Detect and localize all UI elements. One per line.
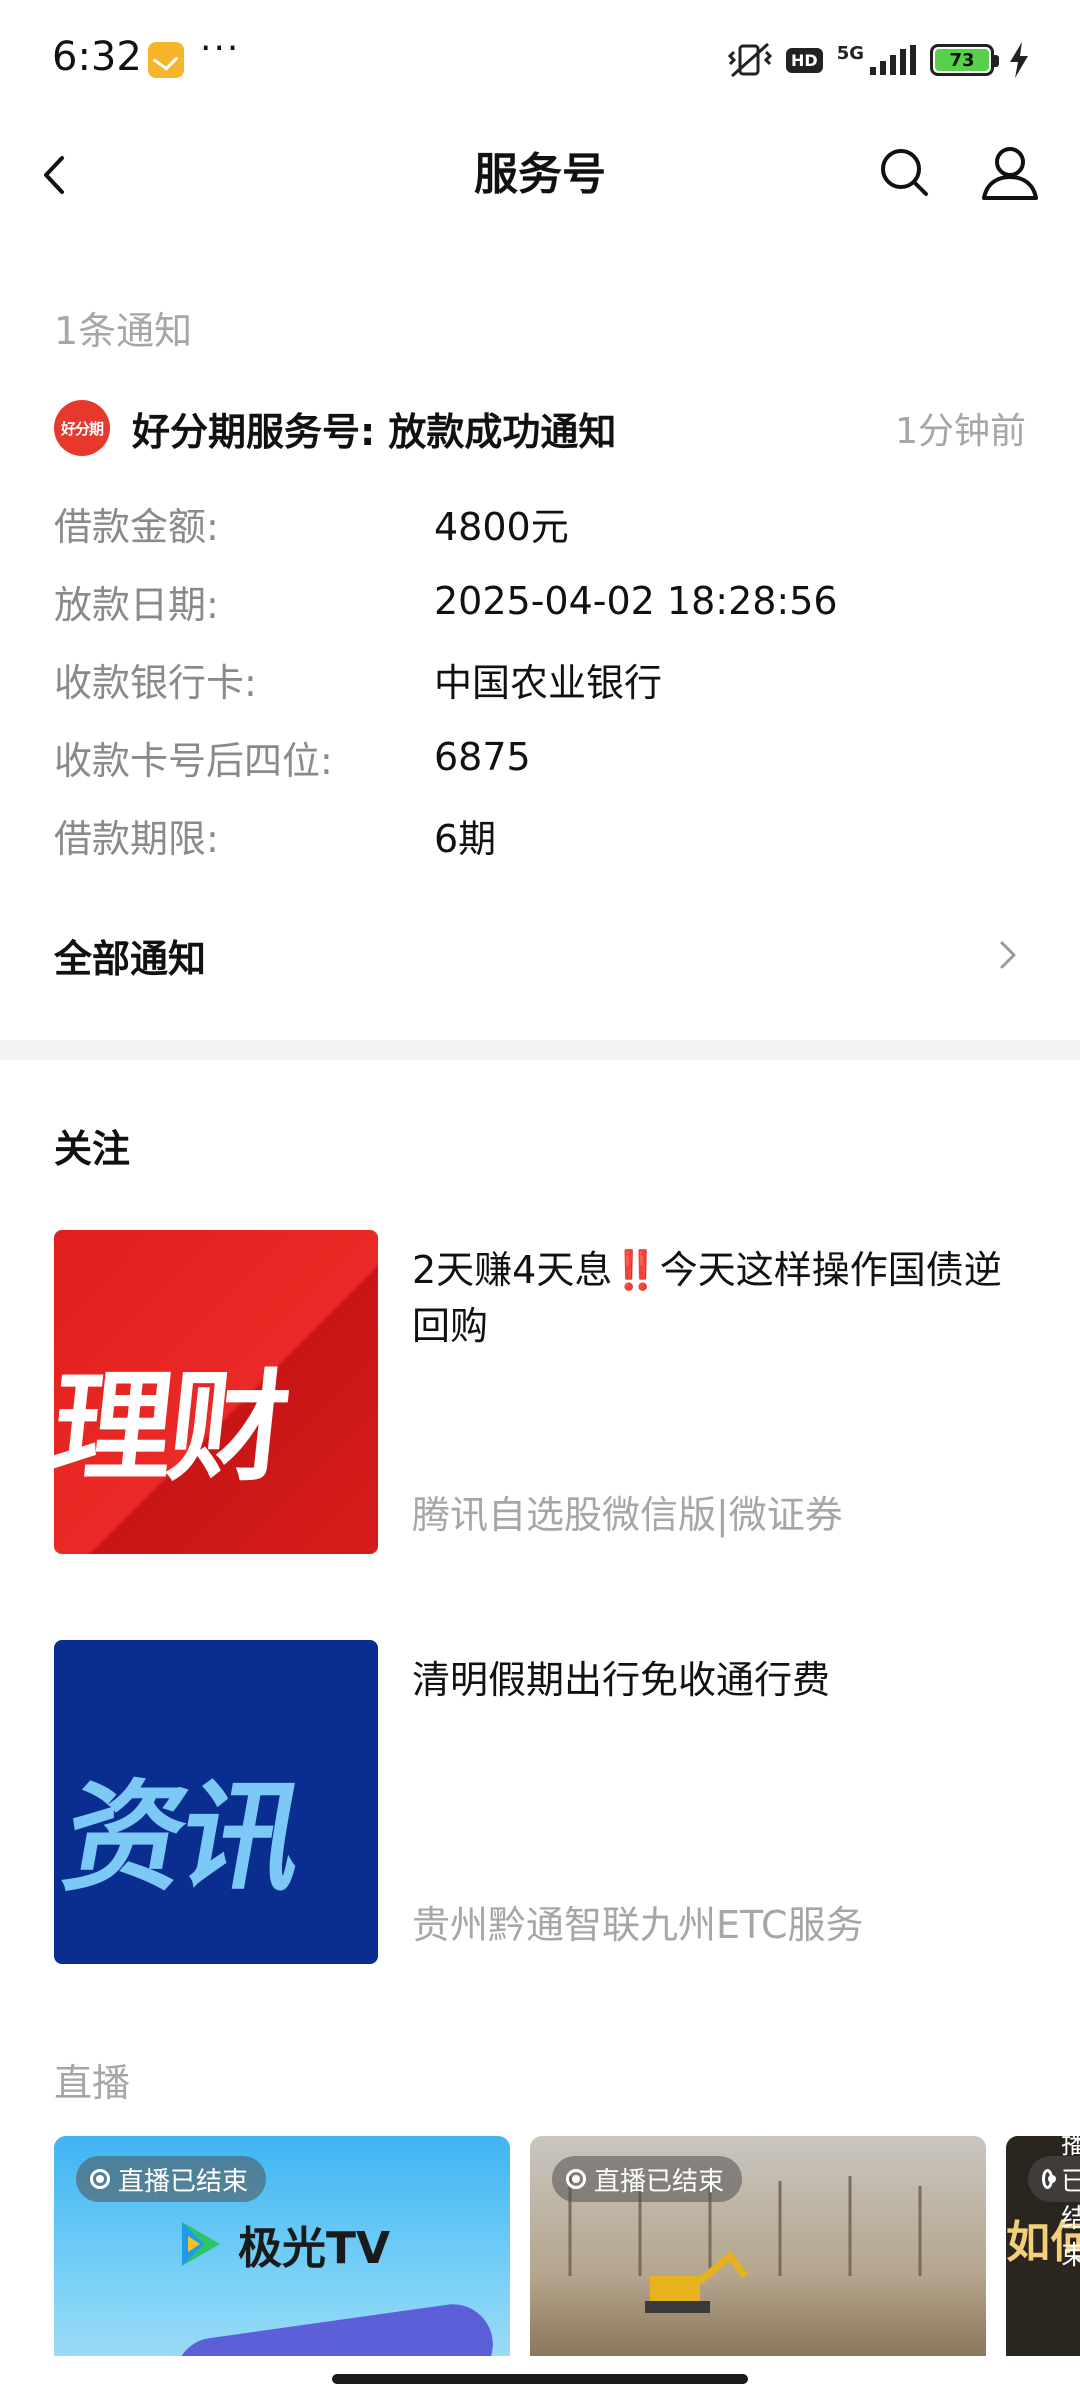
- article-title: 清明假期出行免收通行费: [412, 1652, 1012, 1708]
- live-badge-label: 直播已结束: [1061, 2136, 1080, 2271]
- all-notifications-link[interactable]: 全部通知: [54, 920, 1026, 990]
- battery-level: 73: [935, 49, 989, 71]
- live-badge-label: 直播已结束: [118, 2166, 249, 2197]
- battery-icon: 73: [930, 44, 999, 76]
- field-label: 收款银行卡:: [54, 660, 257, 705]
- live-badge-label: 直播已结束: [594, 2166, 725, 2197]
- home-indicator[interactable]: [332, 2374, 748, 2384]
- field-value: 6875: [434, 735, 531, 779]
- excavator-illustration: [645, 2250, 748, 2313]
- field-disbursement-date: 放款日期: 2025-04-02 18:28:56: [54, 562, 1026, 640]
- live-card[interactable]: 直播已结束: [530, 2136, 986, 2356]
- field-value: 6期: [434, 816, 497, 861]
- live-section-title: 直播: [54, 2061, 131, 2105]
- article-source: 贵州黔通智联九州ETC服务: [412, 1903, 864, 1947]
- notification-title: 好分期服务号: 放款成功通知: [132, 409, 617, 454]
- status-bar: 6:32 ··· HD 5G 73: [0, 0, 1080, 120]
- field-value: 4800元: [434, 504, 569, 549]
- search-button[interactable]: [870, 138, 940, 208]
- nav-bar: 服务号: [0, 120, 1080, 230]
- profile-icon: [982, 147, 1038, 200]
- article-thumbnail: 理财: [54, 1230, 378, 1554]
- article-item[interactable]: 资讯 清明假期出行免收通行费 贵州黔通智联九州ETC服务: [54, 1640, 1026, 1964]
- field-bank: 收款银行卡: 中国农业银行: [54, 640, 1026, 718]
- article-item[interactable]: 理财 2天赚4天息‼️今天这样操作国债逆回购 腾讯自选股微信版|微证券: [54, 1230, 1026, 1554]
- vibrate-mute-icon: [728, 42, 773, 78]
- field-label: 借款期限:: [54, 816, 219, 861]
- field-label: 借款金额:: [54, 504, 219, 549]
- hd-badge: HD: [786, 47, 823, 73]
- profile-button[interactable]: [975, 138, 1045, 208]
- article-thumbnail: 资讯: [54, 1640, 378, 1964]
- status-time: 6:32: [52, 34, 142, 80]
- live-card[interactable]: 直播已结束 极光TV: [54, 2136, 510, 2356]
- article-title: 2天赚4天息‼️今天这样操作国债逆回购: [412, 1242, 1012, 1354]
- article-title-text: 清明假期出行免收通行费: [412, 1658, 831, 1702]
- field-loan-amount: 借款金额: 4800元: [54, 484, 1026, 562]
- article-source: 腾讯自选股微信版|微证券: [412, 1493, 843, 1537]
- double-exclamation-icon: ‼️: [612, 1248, 660, 1292]
- jiguang-tv-logo: 极光TV: [174, 2212, 390, 2276]
- field-loan-term: 借款期限: 6期: [54, 796, 1026, 874]
- play-logo-icon: [182, 2222, 220, 2266]
- charging-icon: [1010, 42, 1028, 78]
- live-ended-badge: 直播已结束: [76, 2156, 267, 2202]
- live-dot-icon: [566, 2169, 586, 2189]
- haofenqi-logo: 好分期: [54, 400, 110, 456]
- live-carousel[interactable]: 直播已结束 极光TV 直播已结束 如何 播已结束: [54, 2136, 1080, 2356]
- thumbnail-text: 理财: [54, 1359, 293, 1498]
- more-notifications-icon: ···: [200, 28, 241, 69]
- notification-app-icon: [148, 42, 184, 78]
- field-value: 中国农业银行: [434, 660, 663, 705]
- tv-logo-text: 极光TV: [238, 2223, 391, 2274]
- live-dot-icon: [90, 2169, 110, 2189]
- network-type: 5G: [836, 42, 864, 64]
- live-card[interactable]: 如何 直播已结束: [1006, 2136, 1080, 2356]
- field-card-last-four: 收款卡号后四位: 6875: [54, 718, 1026, 796]
- field-label: 放款日期:: [54, 582, 219, 627]
- field-value: 2025-04-02 18:28:56: [434, 579, 838, 623]
- thumbnail-text: 资讯: [54, 1769, 311, 1908]
- live-ended-badge: 直播已结束: [552, 2156, 743, 2202]
- live-dot-icon: [1042, 2169, 1057, 2189]
- status-indicators: HD 5G 73: [728, 40, 1030, 80]
- notification-header[interactable]: 好分期 好分期服务号: 放款成功通知 1分钟前: [54, 395, 1026, 461]
- chevron-right-icon: [1000, 941, 1016, 969]
- article-title-text: 2天赚4天息: [412, 1248, 613, 1292]
- notification-details[interactable]: 借款金额: 4800元 放款日期: 2025-04-02 18:28:56 收款…: [54, 484, 1026, 874]
- search-icon: [881, 149, 928, 196]
- field-label: 收款卡号后四位:: [54, 738, 333, 783]
- live-ended-badge: 直播已结束: [1028, 2136, 1080, 2271]
- notification-count: 1条通知: [54, 309, 193, 353]
- follow-section-title: 关注: [54, 1127, 131, 1171]
- decorative-shape: [169, 2299, 499, 2356]
- section-divider: [0, 1040, 1080, 1060]
- signal-strength-icon: [870, 45, 916, 75]
- notification-time: 1分钟前: [895, 411, 1026, 452]
- all-notifications-label: 全部通知: [54, 936, 207, 981]
